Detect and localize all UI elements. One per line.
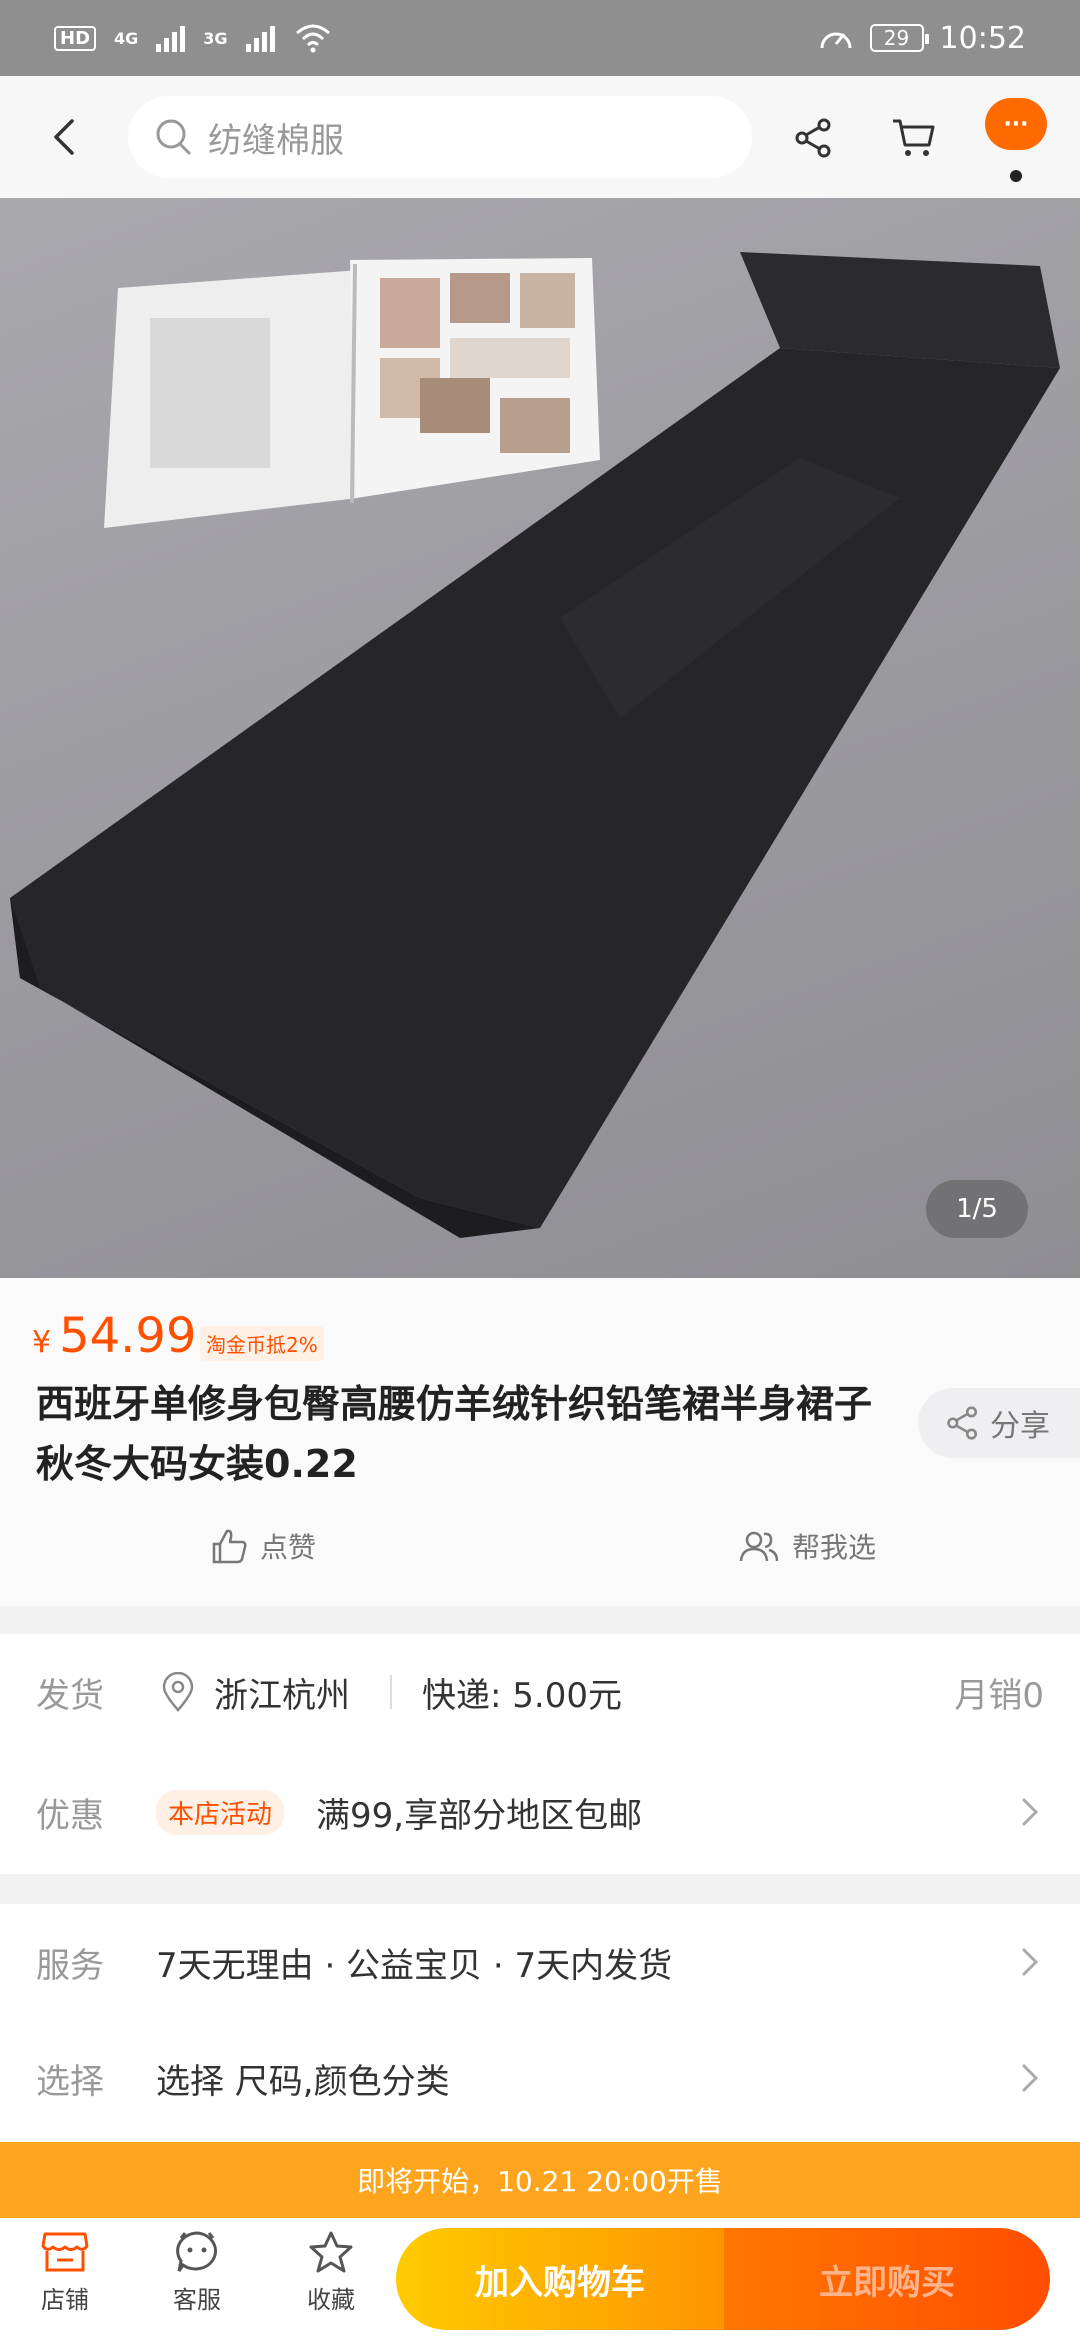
help-choose-label: 帮我选 xyxy=(792,1531,877,1564)
customer-service-label: 客服 xyxy=(173,2286,221,2314)
store-tab-label: 店铺 xyxy=(41,2286,89,2314)
customer-service-tab[interactable]: 客服 xyxy=(142,2230,252,2315)
image-counter: 1/5 xyxy=(926,1180,1028,1238)
buy-now-button[interactable]: 立即购买 xyxy=(724,2228,1050,2330)
service-section: 服务 7天无理由 · 公益宝贝 · 7天内发货 选择 选择 尺码,颜色分类 xyxy=(0,1904,1080,2142)
shipping-section: 发货 浙江杭州 快递: 5.00元 月销0 优惠 本店活动 满99,享部分地区包… xyxy=(0,1634,1080,1874)
battery-icon: 29 xyxy=(869,24,929,52)
shipping-label: 发货 xyxy=(36,1675,104,1716)
hd-indicator: HD xyxy=(54,25,97,51)
clock: 10:52 xyxy=(939,20,1026,56)
chevron-right-icon xyxy=(1016,1948,1044,1976)
cart-button[interactable] xyxy=(882,106,946,170)
location-pin-icon xyxy=(162,1672,194,1712)
product-info-card: ¥ 54.99 淘金币抵2% 西班牙单修身包臀高腰仿羊绒针织铅笔裙半身裙子秋冬大… xyxy=(0,1278,1080,1606)
sim1-network: 4G xyxy=(114,28,139,48)
shipping-divider xyxy=(390,1675,392,1709)
star-icon xyxy=(309,2231,353,2273)
top-nav: 纺缝棉服 ··· xyxy=(0,76,1080,198)
favorite-tab[interactable]: 收藏 xyxy=(276,2230,386,2315)
service-row[interactable]: 服务 7天无理由 · 公益宝贝 · 7天内发货 xyxy=(0,1904,1080,2020)
selection-text: 选择 尺码,颜色分类 xyxy=(156,2061,450,2102)
signal-icon-2 xyxy=(245,24,275,52)
share-pill-button[interactable]: 分享 xyxy=(918,1388,1080,1458)
favorite-label: 收藏 xyxy=(307,2286,355,2314)
search-icon xyxy=(156,119,191,155)
product-image[interactable]: 1/5 xyxy=(0,198,1080,1278)
magazine-illustration xyxy=(104,258,600,528)
chevron-right-icon xyxy=(1016,1798,1044,1826)
product-photo xyxy=(10,252,1060,1238)
store-tab[interactable]: 店铺 xyxy=(10,2230,120,2315)
promotion-text: 满99,享部分地区包邮 xyxy=(316,1795,643,1836)
search-placeholder: 纺缝棉服 xyxy=(208,120,344,161)
more-button[interactable]: ··· xyxy=(985,98,1047,150)
chevron-right-icon xyxy=(1016,2064,1044,2092)
action-row: 点赞 帮我选 xyxy=(0,1526,1080,1582)
service-label: 服务 xyxy=(36,1945,104,1986)
store-icon xyxy=(41,2232,89,2272)
promotion-label: 优惠 xyxy=(36,1795,104,1836)
selection-row[interactable]: 选择 选择 尺码,颜色分类 xyxy=(0,2020,1080,2136)
back-icon xyxy=(54,119,74,155)
currency-symbol: ¥ xyxy=(32,1325,52,1360)
signal-icon xyxy=(156,24,186,52)
price: ¥ 54.99 xyxy=(32,1308,197,1364)
shipping-location: 浙江杭州 xyxy=(214,1675,350,1716)
back-button[interactable] xyxy=(34,107,94,167)
chat-bubble-icon xyxy=(176,2231,217,2272)
search-input[interactable]: 纺缝棉服 xyxy=(128,96,752,178)
speed-icon xyxy=(820,32,852,49)
group-icon xyxy=(739,1531,779,1562)
help-choose-button[interactable]: 帮我选 xyxy=(738,1526,876,1566)
notification-dot xyxy=(1010,170,1022,182)
thumbs-up-icon xyxy=(212,1529,247,1564)
bottom-action-bar: 店铺 客服 收藏 加入购物车 立即购买 xyxy=(0,2218,1080,2340)
shipping-fee: 快递: 5.00元 xyxy=(422,1675,622,1716)
shipping-row[interactable]: 发货 浙江杭州 快递: 5.00元 月销0 xyxy=(0,1634,1080,1750)
sale-start-banner: 即将开始，10.21 20:00开售 xyxy=(0,2142,1080,2218)
promotion-row[interactable]: 优惠 本店活动 满99,享部分地区包邮 xyxy=(0,1754,1080,1870)
like-button[interactable]: 点赞 xyxy=(210,1526,316,1566)
share-button[interactable] xyxy=(782,106,846,170)
share-label: 分享 xyxy=(990,1409,1050,1444)
sim2-network: 3G xyxy=(203,28,228,48)
service-text: 7天无理由 · 公益宝贝 · 7天内发货 xyxy=(156,1945,673,1986)
status-right: 29 10:52 xyxy=(818,21,1026,56)
cart-icon xyxy=(893,119,935,156)
selection-label: 选择 xyxy=(36,2061,104,2102)
status-left: HD 4G 3G xyxy=(54,23,333,53)
monthly-sales: 月销0 xyxy=(954,1675,1044,1716)
status-bar: HD 4G 3G 29 10:52 xyxy=(0,0,1080,76)
share-icon xyxy=(947,1406,978,1440)
price-amount: 54.99 xyxy=(59,1308,197,1364)
like-label: 点赞 xyxy=(260,1531,317,1564)
product-title: 西班牙单修身包臀高腰仿羊绒针织铅笔裙半身裙子秋冬大码女装0.22 xyxy=(36,1382,873,1486)
share-icon xyxy=(795,118,831,158)
wifi-icon xyxy=(295,24,330,53)
add-to-cart-button[interactable]: 加入购物车 xyxy=(396,2228,724,2330)
store-promo-tag: 本店活动 xyxy=(156,1789,285,1835)
coin-discount-tag: 淘金币抵2% xyxy=(200,1326,324,1361)
